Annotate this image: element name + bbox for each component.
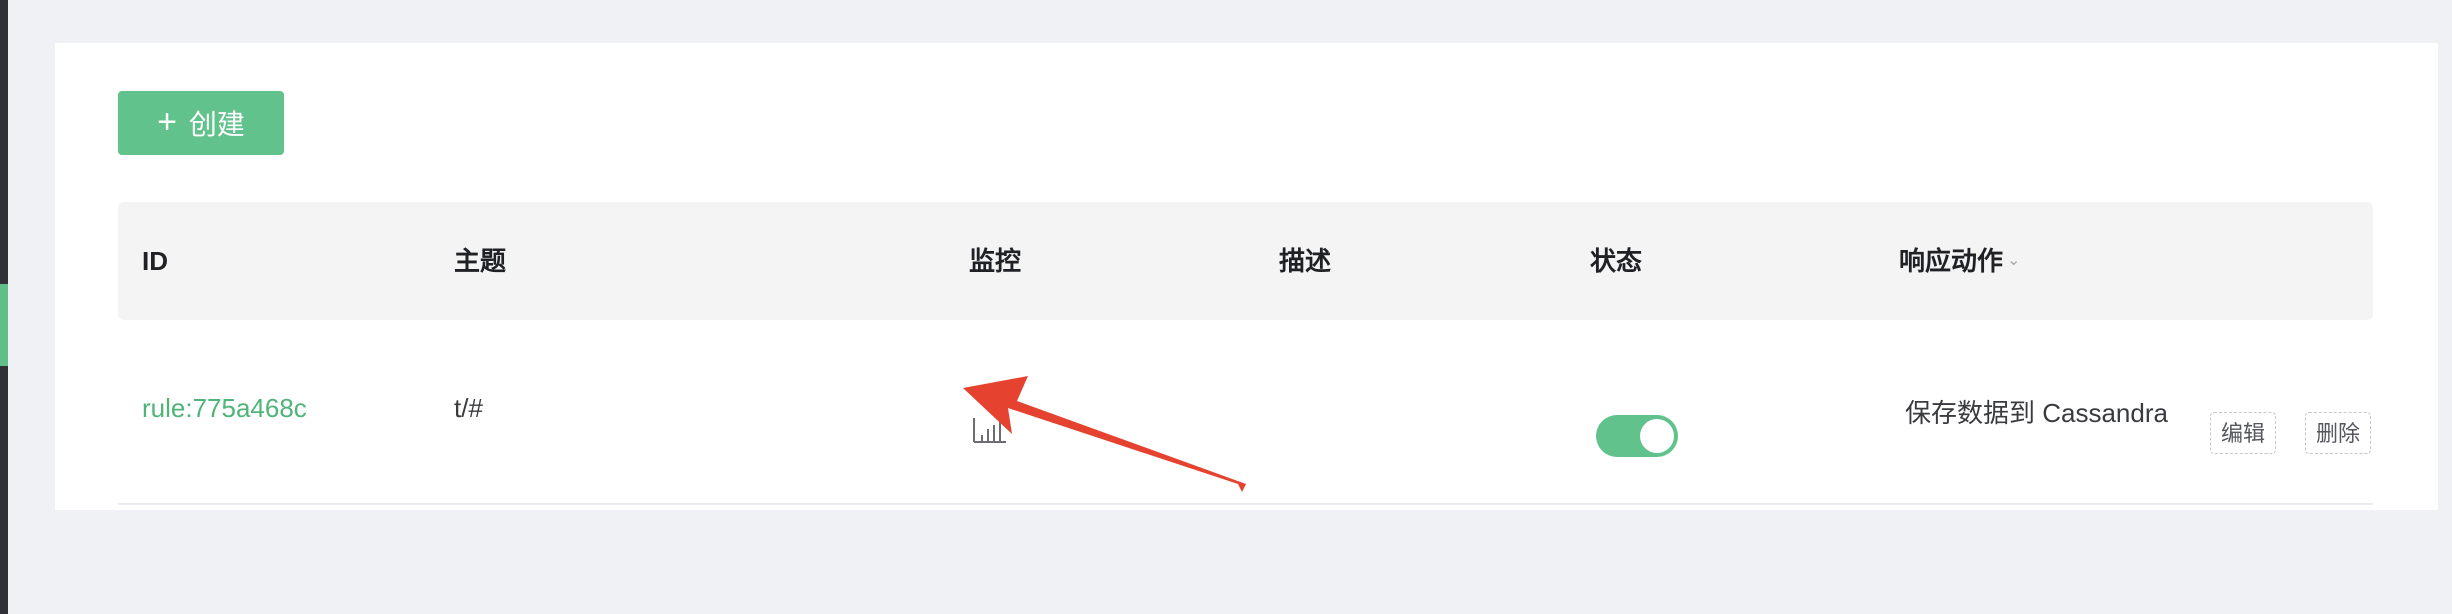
- column-header-topic: 主题: [454, 246, 507, 276]
- left-sidebar-edge: [0, 0, 8, 614]
- table-row: rule:775a468c t/# 保存数据到 Cassandra 编辑 删除: [118, 320, 2373, 505]
- column-header-id: ID: [142, 246, 168, 276]
- rule-action: 保存数据到 Cassandra: [1905, 398, 2168, 428]
- table-header: ID 主题 监控 描述 状态 响应动作 ⌄: [118, 202, 2373, 320]
- create-button[interactable]: + 创建: [118, 91, 284, 155]
- chevron-down-icon[interactable]: ⌄: [2007, 202, 2020, 320]
- rules-card: + 创建 ID 主题 监控 描述 状态 响应动作 ⌄ rule:775a468c …: [55, 43, 2438, 510]
- column-header-actions[interactable]: 响应动作 ⌄: [1899, 202, 2020, 320]
- sidebar-active-indicator: [0, 284, 8, 366]
- bar-chart-icon[interactable]: [973, 417, 1007, 443]
- column-header-status: 状态: [1590, 246, 1643, 276]
- column-header-monitor: 监控: [969, 246, 1022, 276]
- column-header-actions-label: 响应动作: [1899, 246, 2004, 276]
- create-button-label: 创建: [188, 109, 245, 140]
- rule-id-link[interactable]: rule:775a468c: [142, 393, 307, 424]
- delete-button[interactable]: 删除: [2305, 412, 2372, 454]
- plus-icon: +: [157, 102, 177, 141]
- edit-button[interactable]: 编辑: [2210, 412, 2277, 454]
- toggle-knob: [1640, 419, 1674, 453]
- status-toggle[interactable]: [1596, 415, 1678, 457]
- rule-topic: t/#: [454, 393, 483, 423]
- column-header-description: 描述: [1279, 246, 1332, 276]
